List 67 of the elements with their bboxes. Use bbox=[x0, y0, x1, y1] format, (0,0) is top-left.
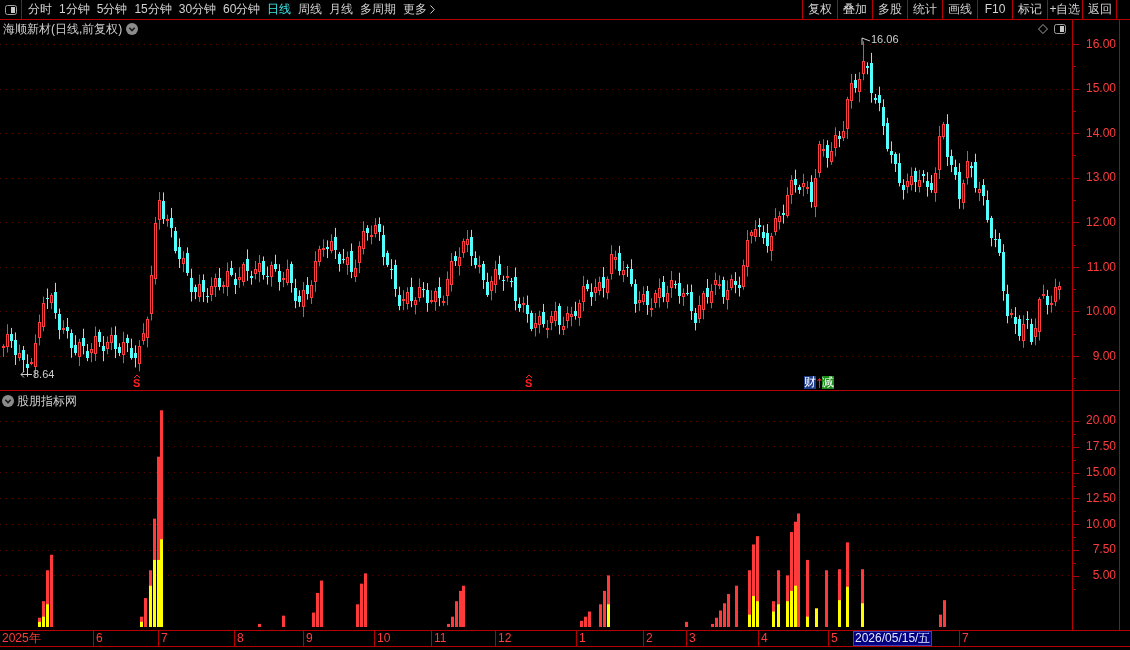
arrow-up-icon bbox=[817, 378, 822, 388]
time-axis-label: 4 bbox=[761, 632, 768, 645]
period-tab[interactable]: 1分钟 bbox=[57, 0, 92, 19]
toolbar-button[interactable]: F10 bbox=[977, 0, 1012, 19]
toolbar-button[interactable]: 复权 bbox=[802, 0, 837, 19]
leader-line-icon bbox=[861, 37, 870, 45]
chevron-right-icon bbox=[430, 5, 436, 14]
caret-up-icon bbox=[133, 375, 140, 378]
toolbar-button[interactable]: 标记 bbox=[1012, 0, 1047, 19]
arrow-left-icon bbox=[20, 370, 32, 378]
time-axis-label: 5 bbox=[831, 632, 838, 645]
time-axis-label: 6 bbox=[96, 632, 103, 645]
axis-label: 13.00 bbox=[1085, 171, 1116, 185]
dropdown-icon[interactable] bbox=[126, 23, 139, 35]
axis-label: 11.00 bbox=[1086, 260, 1116, 274]
axis-label: 5.00 bbox=[1092, 569, 1116, 583]
cursor-date-label: 2026/05/15/五 bbox=[853, 631, 933, 646]
toolbar-button[interactable]: 返回 bbox=[1082, 0, 1117, 19]
event-tag: 减 bbox=[822, 376, 834, 389]
time-axis-label: 7 bbox=[161, 632, 168, 645]
high-price-annotation: 16.06 bbox=[871, 33, 899, 45]
period-tab[interactable]: 日线 bbox=[265, 0, 294, 19]
period-tab[interactable]: 分时 bbox=[26, 0, 54, 19]
axis-label: 16.00 bbox=[1085, 37, 1116, 51]
period-tab[interactable]: 更多 bbox=[401, 0, 438, 19]
time-axis-label: 2 bbox=[646, 632, 653, 645]
time-axis-label: 1 bbox=[579, 632, 586, 645]
axis-label: 20.00 bbox=[1085, 414, 1116, 428]
axis-label: 7.50 bbox=[1092, 543, 1116, 557]
signal-label: S bbox=[525, 378, 533, 388]
axis-label: 15.00 bbox=[1085, 82, 1116, 96]
panel-icon bbox=[4, 4, 17, 15]
period-tab[interactable]: 5分钟 bbox=[94, 0, 130, 19]
diamond-icon[interactable] bbox=[1038, 24, 1048, 34]
period-tab[interactable]: 30分钟 bbox=[176, 0, 219, 19]
toolbar-button[interactable]: 画线 bbox=[942, 0, 977, 19]
toolbar-button[interactable]: 叠加 bbox=[837, 0, 872, 19]
period-tab[interactable]: 月线 bbox=[327, 0, 356, 19]
caret-up-icon bbox=[525, 375, 532, 378]
axis-label: 14.00 bbox=[1085, 126, 1116, 140]
axis-label: 12.00 bbox=[1085, 216, 1116, 230]
axis-label: 12.50 bbox=[1085, 491, 1116, 505]
toolbar-button[interactable]: 多股 bbox=[872, 0, 907, 19]
axis-label: 10.00 bbox=[1085, 305, 1116, 319]
stock-title: 海顺新材(日线,前复权) bbox=[3, 22, 123, 36]
time-axis-label: 10 bbox=[377, 632, 391, 645]
axis-label: 9.00 bbox=[1092, 349, 1116, 363]
axis-label: 17.50 bbox=[1085, 440, 1116, 454]
period-tab[interactable]: 周线 bbox=[296, 0, 325, 19]
period-tab[interactable]: 60分钟 bbox=[221, 0, 263, 19]
time-axis-label: 11 bbox=[434, 632, 447, 645]
period-tab[interactable]: 15分钟 bbox=[132, 0, 174, 19]
toolbar-button[interactable]: 统计 bbox=[907, 0, 942, 19]
axis-label: 10.00 bbox=[1085, 517, 1116, 531]
time-axis-label: 3 bbox=[689, 632, 696, 645]
axis-label: 15.00 bbox=[1085, 466, 1116, 479]
panel-icon[interactable] bbox=[1054, 24, 1066, 34]
time-axis-label: 7 bbox=[962, 632, 969, 645]
signal-label: S bbox=[133, 378, 141, 388]
event-tag: 财 bbox=[804, 376, 816, 389]
time-axis-label: 9 bbox=[306, 632, 313, 645]
period-tab[interactable]: 多周期 bbox=[358, 0, 399, 19]
low-price-annotation: 8.64 bbox=[33, 368, 55, 380]
time-axis-label: 2025年 bbox=[2, 632, 41, 645]
toolbar-button[interactable]: +自选 bbox=[1047, 0, 1082, 19]
time-axis-label: 8 bbox=[237, 632, 244, 645]
time-axis-label: 12 bbox=[498, 632, 512, 645]
